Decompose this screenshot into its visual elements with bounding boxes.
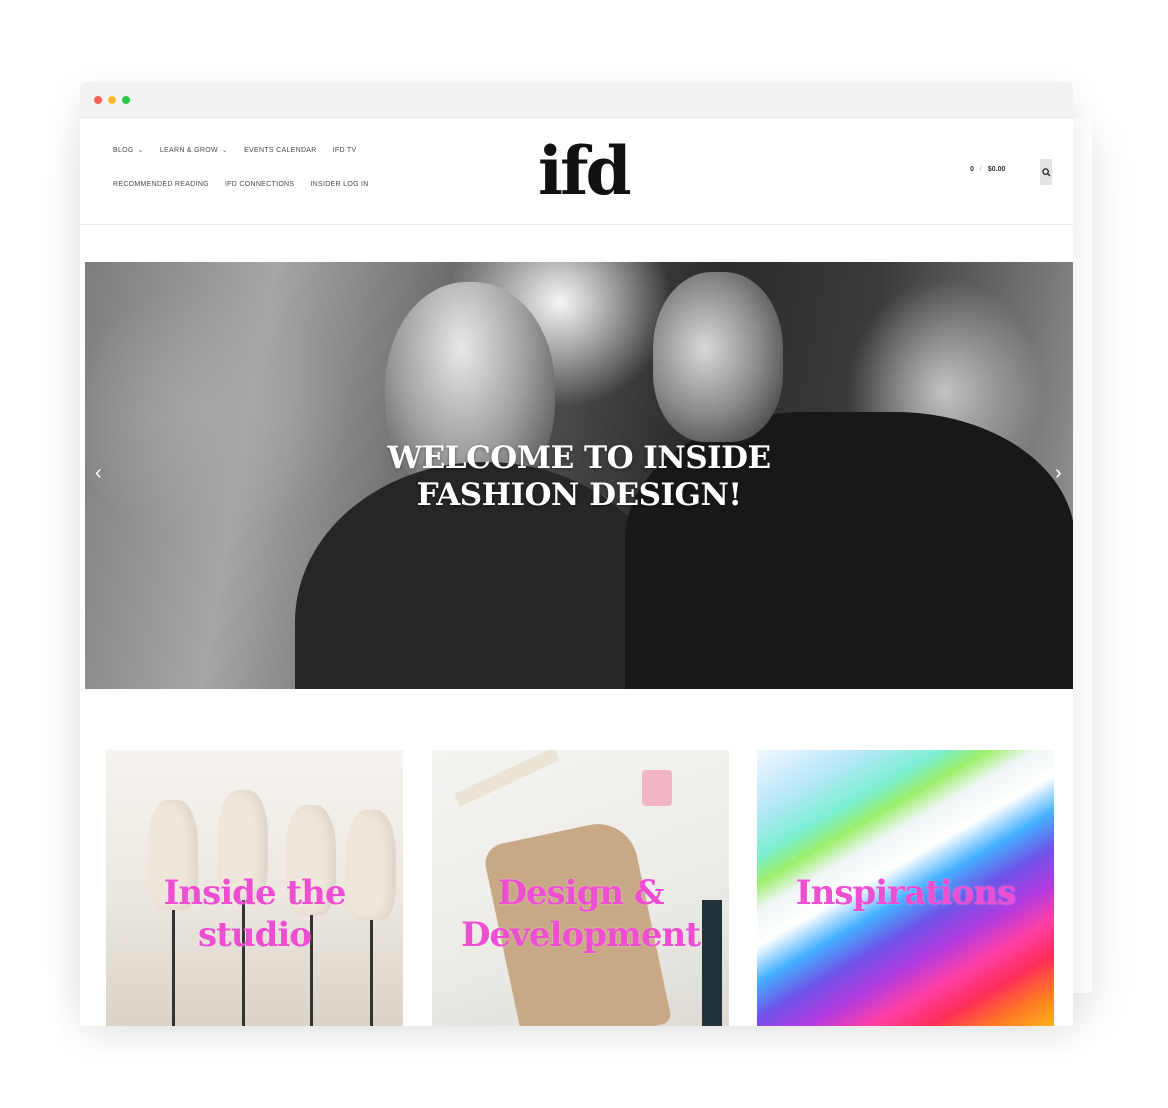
- nav-item-recommended-reading[interactable]: RECOMMENDED READING: [113, 181, 209, 188]
- nav-item-label: RECOMMENDED READING: [113, 181, 209, 188]
- main-nav-row-1: BLOG ⌄ LEARN & GROW ⌄ EVENTS CALENDAR IF…: [113, 146, 357, 155]
- tile-title-line: Inspirations: [795, 873, 1017, 913]
- slider-next-arrow-icon[interactable]: ›: [1055, 462, 1062, 485]
- nav-item-ifd-tv[interactable]: IFD TV: [333, 146, 357, 154]
- category-tile-inspirations[interactable]: Inspirations: [757, 750, 1054, 1026]
- tile-title-line: studio: [198, 915, 312, 955]
- ruler-image: [454, 750, 560, 807]
- tile-title: Inspirations: [757, 872, 1054, 914]
- hero-title-line: FASHION DESIGN!: [416, 477, 742, 513]
- tile-title: Inside the studio: [106, 872, 403, 956]
- cart-total: $0.00: [987, 166, 1006, 173]
- chevron-down-icon: ⌄: [137, 147, 144, 154]
- search-button[interactable]: [1040, 159, 1052, 185]
- thread-image: [642, 770, 672, 806]
- nav-item-label: LEARN & GROW: [159, 146, 218, 154]
- nav-item-label: INSIDER LOG IN: [310, 181, 369, 188]
- tile-title: Design & Development: [432, 872, 729, 956]
- close-window-button[interactable]: [94, 96, 102, 104]
- main-nav-row-2: RECOMMENDED READING IFD CONNECTIONS INSI…: [113, 181, 369, 188]
- site-logo[interactable]: ifd: [538, 132, 632, 210]
- cart-count: 0: [970, 166, 974, 173]
- maximize-window-button[interactable]: [122, 96, 130, 104]
- category-tile-inside-the-studio[interactable]: Inside the studio: [106, 750, 403, 1026]
- cart-separator: /: [979, 166, 982, 173]
- hero-title: WELCOME TO INSIDE FASHION DESIGN!: [85, 440, 1073, 514]
- site-header: BLOG ⌄ LEARN & GROW ⌄ EVENTS CALENDAR IF…: [80, 118, 1073, 225]
- nav-item-blog[interactable]: BLOG ⌄: [113, 146, 144, 155]
- cart-summary[interactable]: 0 / $0.00: [970, 166, 1005, 173]
- nav-item-ifd-connections[interactable]: IFD CONNECTIONS: [225, 181, 294, 188]
- minimize-window-button[interactable]: [108, 96, 116, 104]
- nav-item-label: BLOG: [113, 146, 134, 154]
- nav-item-label: IFD TV: [332, 146, 357, 154]
- tile-title-line: Inside the: [163, 873, 347, 913]
- slider-prev-arrow-icon[interactable]: ‹: [95, 462, 102, 485]
- hero-title-line: WELCOME TO INSIDE: [387, 440, 771, 476]
- nav-item-insider-log-in[interactable]: INSIDER LOG IN: [310, 181, 368, 188]
- hero-photo-figure: [653, 272, 783, 442]
- browser-titlebar: [80, 82, 1073, 118]
- tile-title-line: Development: [461, 915, 701, 955]
- search-icon: [1041, 167, 1051, 177]
- hero-slider: WELCOME TO INSIDE FASHION DESIGN! ‹ ›: [85, 262, 1073, 689]
- nav-item-learn-grow[interactable]: LEARN & GROW ⌄: [159, 146, 229, 155]
- tile-title-line: Design &: [497, 873, 664, 913]
- nav-item-events-calendar[interactable]: EVENTS CALENDAR: [244, 146, 317, 154]
- browser-window: BLOG ⌄ LEARN & GROW ⌄ EVENTS CALENDAR IF…: [80, 82, 1073, 1026]
- nav-item-label: EVENTS CALENDAR: [244, 146, 317, 154]
- chevron-down-icon: ⌄: [221, 147, 229, 154]
- category-tile-design-development[interactable]: Design & Development: [432, 750, 729, 1026]
- nav-item-label: IFD CONNECTIONS: [224, 181, 295, 188]
